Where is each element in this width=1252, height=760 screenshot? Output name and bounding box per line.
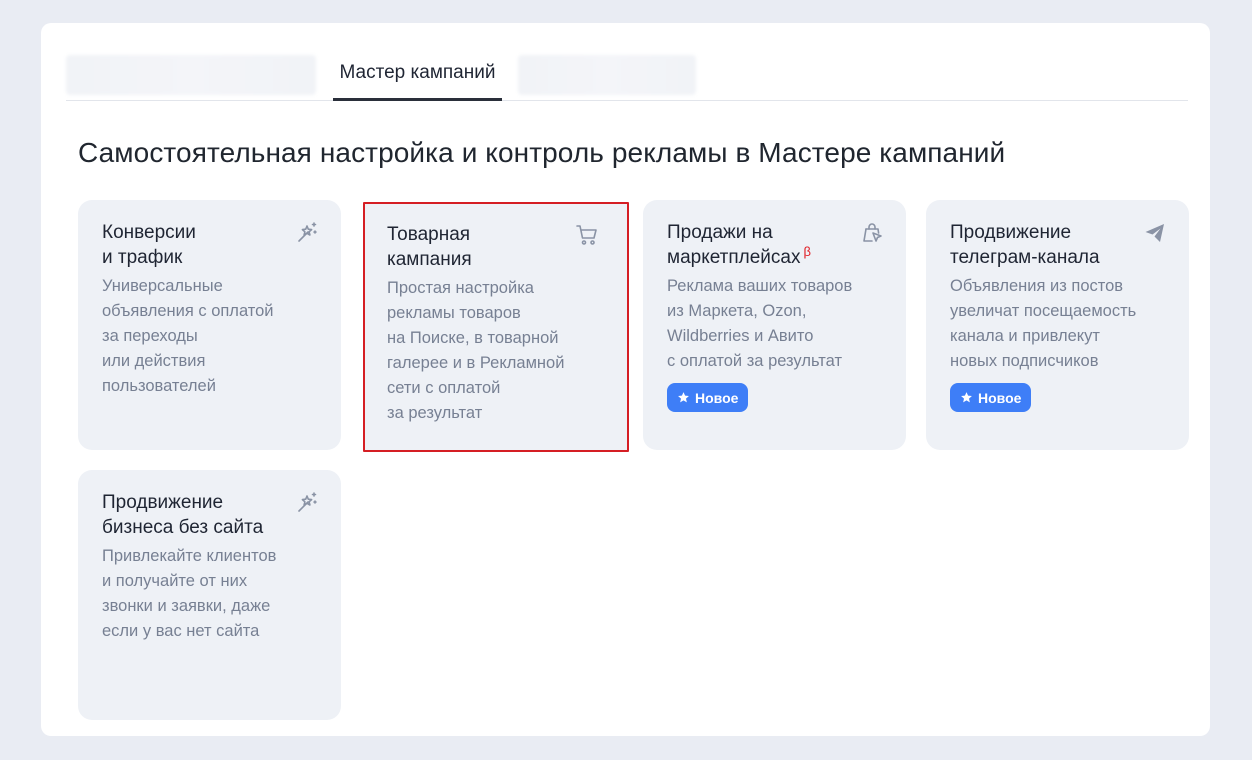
paper-plane-icon	[1143, 221, 1167, 245]
beta-badge: β	[803, 243, 811, 259]
card-marketplace-sales[interactable]: Продажи на маркетплейсах β Реклама ваших …	[643, 200, 906, 450]
card-description: Объявления из постов увеличат посещаемос…	[950, 277, 1137, 370]
card-conversions-traffic[interactable]: Конверсии и трафик Универсальные объявле…	[78, 200, 341, 450]
new-badge: Новое	[667, 383, 749, 412]
card-business-without-site[interactable]: Продвижение бизнеса без сайта Привлекайт…	[78, 470, 341, 720]
card-title: Продажи на маркетплейсах β	[667, 220, 847, 270]
card-title: Продвижение телеграм-канала	[950, 222, 1100, 268]
card-description: Универсальные объявления с оплатой за пе…	[102, 277, 274, 395]
card-title: Товарная кампания	[387, 224, 472, 270]
card-title: Продвижение бизнеса без сайта	[102, 492, 264, 538]
star-icon	[678, 392, 689, 403]
card-description: Простая настройка рекламы товаров на Пои…	[387, 279, 565, 422]
card-product-campaign[interactable]: Товарная кампания Простая настройка рекл…	[363, 202, 629, 452]
star-icon	[961, 392, 972, 403]
card-title-text: Продажи на маркетплейсах	[667, 222, 801, 268]
card-description: Привлекайте клиентов и получайте от них …	[102, 547, 277, 640]
shopping-cart-icon	[575, 223, 599, 247]
new-badge-label: Новое	[695, 389, 739, 406]
card-telegram-promotion[interactable]: Продвижение телеграм-канала Объявления и…	[926, 200, 1189, 450]
new-badge: Новое	[950, 383, 1032, 412]
new-badge-label: Новое	[978, 389, 1022, 406]
magic-wand-icon	[295, 491, 319, 515]
tab-bar: Мастер кампаний	[66, 53, 1188, 101]
card-description: Реклама ваших товаров из Маркета, Ozon, …	[667, 277, 853, 370]
tab-campaign-master[interactable]: Мастер кампаний	[333, 53, 502, 101]
page-title: Самостоятельная настройка и контроль рек…	[78, 137, 1006, 168]
tab-blurred-right[interactable]	[518, 55, 696, 95]
shopping-bag-cursor-icon	[860, 221, 884, 245]
main-panel: Мастер кампаний Самостоятельная настройк…	[41, 23, 1210, 736]
tab-blurred-left[interactable]	[66, 55, 316, 95]
card-title: Конверсии и трафик	[102, 222, 196, 268]
magic-wand-icon	[295, 221, 319, 245]
